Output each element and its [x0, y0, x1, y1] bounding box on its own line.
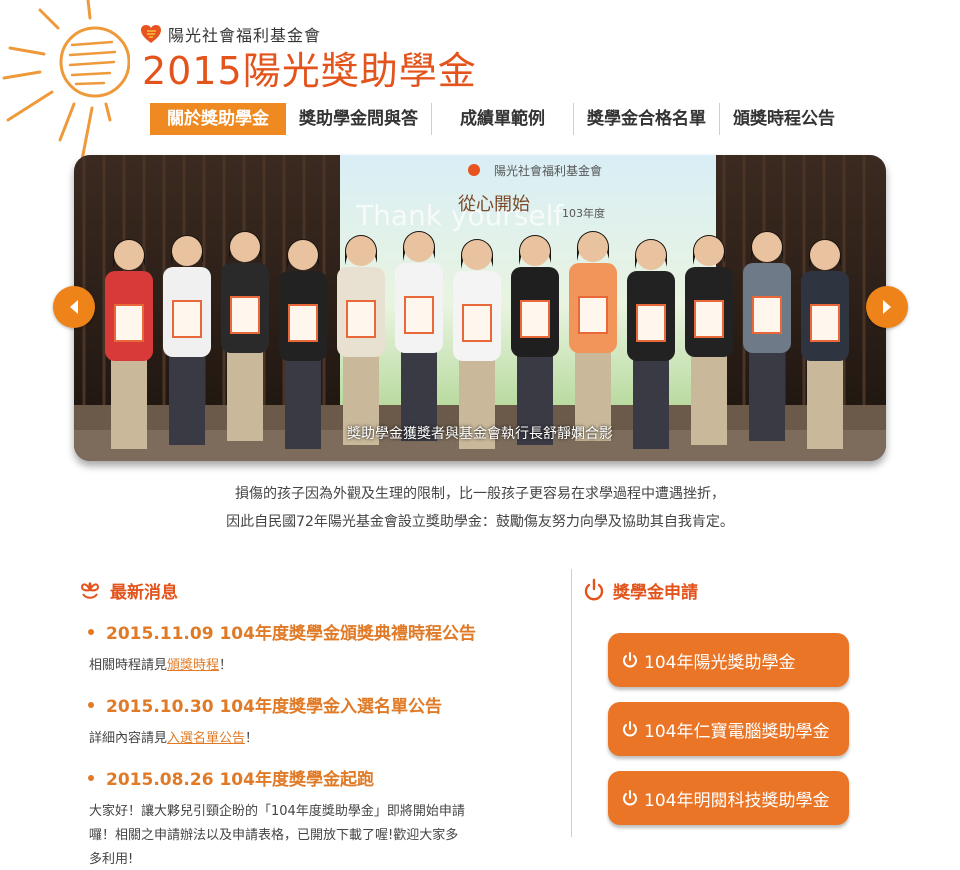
selected-list-link[interactable]: 入選名單公告 [167, 731, 245, 746]
power-icon [584, 578, 604, 601]
apply-button-label[interactable]: 104年陽光獎助學金 [644, 648, 795, 673]
apply-title: 獎學金申請 [613, 582, 698, 603]
news-title: 最新消息 [110, 582, 178, 603]
org-header: 陽光社會福利基金會 [140, 22, 321, 46]
nav-item-faq[interactable]: 獎助學金問與答 [286, 103, 432, 135]
chevron-left-icon [70, 300, 78, 314]
news-item-body: 大家好！讓大夥兒引頸企盼的「104年度獎助學金」即將開始申請 囉！相關之申請辦法… [78, 800, 548, 870]
news-item-title-text[interactable]: 2015.10.30 104年度獎學金入選名單公告 [106, 692, 442, 717]
news-item-title[interactable]: 2015.11.09 104年度獎學金頒獎典禮時程公告 [78, 619, 548, 644]
nav-item-about[interactable]: 關於獎助學金 [150, 103, 286, 135]
apply-minyue-scholarship-button[interactable]: 104年明閱科技獎助學金 [608, 771, 849, 825]
news-item-text: ！ [219, 658, 233, 673]
photo-slider[interactable]: 陽光社會福利基金會 Thank yourself 從心開始 103年度 獎助學金… [74, 155, 886, 461]
sun-decoration-icon [2, 0, 130, 162]
apply-button-label[interactable]: 104年仁寶電腦獎助學金 [644, 717, 829, 742]
apply-sunshine-scholarship-button[interactable]: 104年陽光獎助學金 [608, 633, 849, 687]
intro-text: 損傷的孩子因為外觀及生理的限制，比一般孩子更容易在求學過程中遭遇挫折， 因此自民… [0, 480, 960, 536]
slider-prev-button[interactable] [53, 286, 95, 328]
slide-photo: 陽光社會福利基金會 Thank yourself 從心開始 103年度 [74, 155, 886, 461]
main-nav: 關於獎助學金 獎助學金問與答 成績單範例 獎學金合格名單 頒獎時程公告 [150, 103, 848, 135]
banner-slogan: 從心開始 [458, 194, 530, 215]
nav-item-award-schedule[interactable]: 頒獎時程公告 [720, 103, 848, 135]
nav-item-transcript-sample[interactable]: 成績單範例 [432, 103, 574, 135]
news-item-body: 詳細內容請見入選名單公告！ [78, 727, 548, 751]
sunshine-heart-logo-icon [141, 25, 161, 43]
news-item: 2015.08.26 104年度獎學金起跑 大家好！讓大夥兒引頸企盼的「104年… [78, 765, 548, 870]
news-item-text: 相關時程請見 [89, 658, 168, 673]
news-header: 最新消息 [78, 575, 548, 605]
apply-header: 獎學金申請 [583, 575, 883, 605]
intro-line-2: 因此自民國72年陽光基金會設立獎助學金：鼓勵傷友努力向學及協助其自我肯定。 [226, 514, 734, 530]
intro-line-1: 損傷的孩子因為外觀及生理的限制，比一般孩子更容易在求學過程中遭遇挫折， [235, 486, 725, 502]
banner-year: 103年度 [562, 206, 605, 220]
org-name: 陽光社會福利基金會 [168, 26, 322, 45]
banner-org-name: 陽光社會福利基金會 [494, 163, 602, 178]
slider-next-button[interactable] [866, 286, 908, 328]
news-section: 最新消息 2015.11.09 104年度獎學金頒獎典禮時程公告 相關時程請見頒… [78, 575, 548, 870]
power-icon [623, 721, 637, 737]
apply-section: 獎學金申請 104年陽光獎助學金 104年仁寶電腦獎助學金 104年明閱科技獎助… [583, 575, 883, 825]
news-item-title-text[interactable]: 2015.11.09 104年度獎學金頒獎典禮時程公告 [106, 619, 476, 644]
news-item-title-text[interactable]: 2015.08.26 104年度獎學金起跑 [106, 765, 374, 790]
award-schedule-link[interactable]: 頒獎時程 [167, 658, 219, 673]
site-title: 2015陽光獎助學金 [142, 49, 477, 93]
bullet-icon [88, 701, 94, 708]
news-item: 2015.11.09 104年度獎學金頒獎典禮時程公告 相關時程請見頒獎時程！ [78, 619, 548, 678]
power-icon [623, 790, 637, 806]
news-item-text: 大家好！讓大夥兒引頸企盼的「104年度獎助學金」即將開始申請 [89, 804, 465, 819]
slide-caption: 獎助學金獲獎者與基金會執行長舒靜嫻合影 [347, 426, 613, 442]
news-item-text: 囉！相關之申請辦法以及申請表格，已開放下載了喔!歡迎大家多 [89, 828, 459, 843]
bullet-icon [88, 628, 94, 635]
section-divider [571, 569, 572, 837]
news-item-text: 詳細內容請見 [89, 731, 168, 746]
news-item: 2015.10.30 104年度獎學金入選名單公告 詳細內容請見入選名單公告！ [78, 692, 548, 751]
apply-compal-scholarship-button[interactable]: 104年仁寶電腦獎助學金 [608, 702, 849, 756]
apply-button-label[interactable]: 104年明閱科技獎助學金 [644, 786, 829, 811]
news-item-title[interactable]: 2015.10.30 104年度獎學金入選名單公告 [78, 692, 548, 717]
news-item-text: 多利用! [89, 852, 134, 867]
nav-item-qualified-list[interactable]: 獎學金合格名單 [574, 103, 720, 135]
news-item-title[interactable]: 2015.08.26 104年度獎學金起跑 [78, 765, 548, 790]
flower-icon [80, 582, 100, 599]
power-icon [623, 652, 637, 668]
news-item-text: ！ [245, 731, 259, 746]
chevron-right-icon [883, 300, 891, 314]
news-item-body: 相關時程請見頒獎時程！ [78, 654, 548, 678]
bullet-icon [88, 774, 94, 781]
